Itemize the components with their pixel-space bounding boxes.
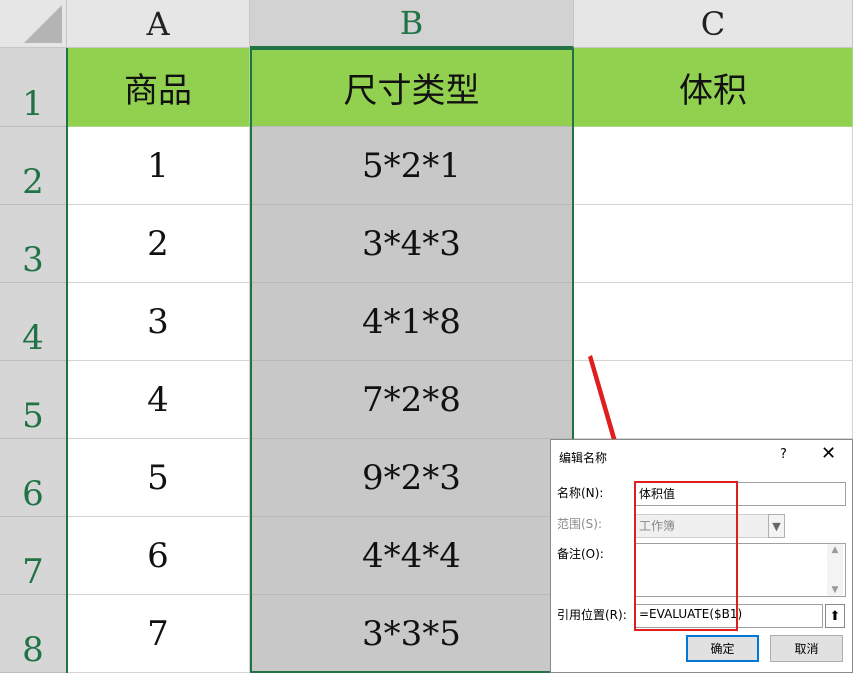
- cell-b4[interactable]: 4*1*8: [250, 283, 574, 361]
- ok-button[interactable]: 确定: [686, 635, 759, 662]
- collapse-dialog-arrow-icon[interactable]: ⬆: [825, 604, 845, 628]
- scope-label: 范围(S):: [557, 517, 603, 531]
- cell-a3[interactable]: 2: [67, 205, 250, 283]
- sheet-left-border: [66, 48, 68, 673]
- cell-b8[interactable]: 3*3*5: [250, 595, 574, 673]
- scope-dropdown-chevron-icon[interactable]: ▼: [768, 514, 785, 538]
- comment-label: 备注(O):: [557, 547, 604, 561]
- cell-b5[interactable]: 7*2*8: [250, 361, 574, 439]
- cell-b1[interactable]: 尺寸类型: [250, 48, 574, 127]
- cancel-button[interactable]: 取消: [770, 635, 843, 662]
- dialog-title: 编辑名称: [559, 451, 608, 465]
- row-header-4[interactable]: 4: [0, 283, 67, 361]
- cell-b7[interactable]: 4*4*4: [250, 517, 574, 595]
- cell-b6[interactable]: 9*2*3: [250, 439, 574, 517]
- cell-c3[interactable]: [574, 205, 853, 283]
- comment-textarea[interactable]: [635, 543, 846, 597]
- cell-a7[interactable]: 6: [67, 517, 250, 595]
- cell-c4[interactable]: [574, 283, 853, 361]
- cell-b3[interactable]: 3*4*3: [250, 205, 574, 283]
- cell-a8[interactable]: 7: [67, 595, 250, 673]
- column-header-c[interactable]: C: [574, 0, 853, 48]
- scroll-up-icon[interactable]: ▲: [827, 545, 843, 555]
- column-header-b[interactable]: B: [250, 0, 574, 48]
- help-button[interactable]: ?: [780, 447, 787, 462]
- cell-a1[interactable]: 商品: [67, 48, 250, 127]
- select-all-triangle-icon: [24, 5, 62, 43]
- row-header-5[interactable]: 5: [0, 361, 67, 439]
- comment-scrollbar[interactable]: ▲ ▼: [827, 544, 843, 596]
- scroll-down-icon[interactable]: ▼: [827, 585, 843, 595]
- cell-c1[interactable]: 体积: [574, 48, 853, 127]
- cell-c5[interactable]: [574, 361, 853, 439]
- cell-a6[interactable]: 5: [67, 439, 250, 517]
- name-label: 名称(N):: [557, 486, 604, 500]
- edit-name-dialog: 编辑名称 ? ✕ 名称(N): 体积值 范围(S): 工作簿 ▼ 备注(O): …: [550, 439, 853, 673]
- close-icon[interactable]: ✕: [821, 443, 836, 464]
- row-header-6[interactable]: 6: [0, 439, 67, 517]
- row-header-7[interactable]: 7: [0, 517, 67, 595]
- refers-to-label: 引用位置(R):: [557, 608, 627, 622]
- cell-a4[interactable]: 3: [67, 283, 250, 361]
- cell-c2[interactable]: [574, 127, 853, 205]
- cell-a2[interactable]: 1: [67, 127, 250, 205]
- cell-b2[interactable]: 5*2*1: [250, 127, 574, 205]
- row-header-8[interactable]: 8: [0, 595, 67, 673]
- refers-to-input[interactable]: =EVALUATE($B1): [635, 604, 823, 628]
- name-input[interactable]: 体积值: [635, 482, 846, 506]
- cell-a5[interactable]: 4: [67, 361, 250, 439]
- column-header-a[interactable]: A: [67, 0, 250, 48]
- row-header-2[interactable]: 2: [0, 127, 67, 205]
- select-all-corner[interactable]: [0, 0, 67, 48]
- scope-select[interactable]: 工作簿: [635, 514, 769, 538]
- row-header-3[interactable]: 3: [0, 205, 67, 283]
- row-header-1[interactable]: 1: [0, 48, 67, 127]
